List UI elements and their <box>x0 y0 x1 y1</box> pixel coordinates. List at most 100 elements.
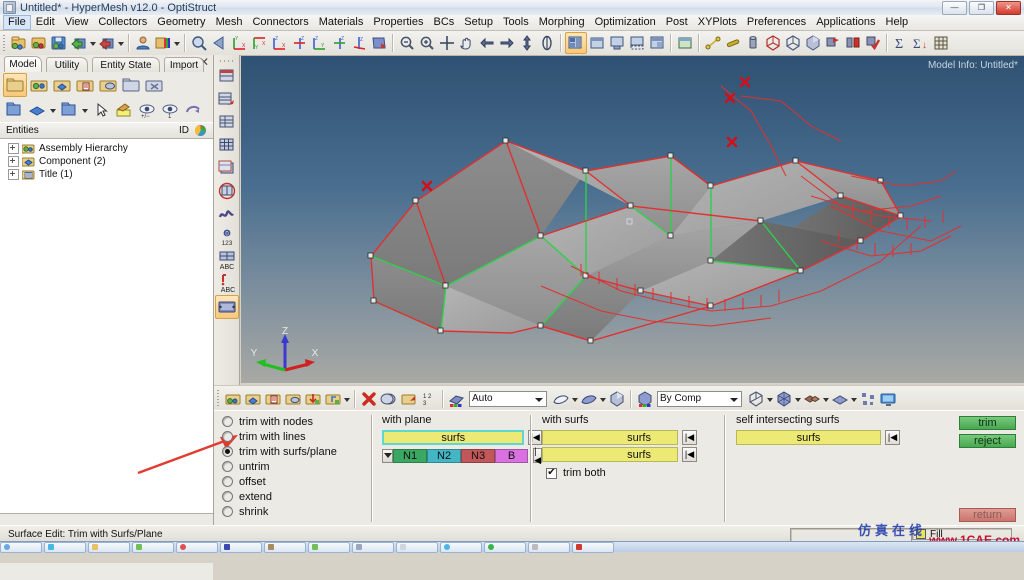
shaded-elem-icon[interactable] <box>830 389 850 409</box>
surf-shade-dropdown[interactable] <box>571 389 579 409</box>
view-zy-icon[interactable]: ZY <box>309 33 329 53</box>
mesh-cube-icon[interactable] <box>774 389 794 409</box>
trim-both-checkbox[interactable]: ✔ <box>546 467 557 479</box>
wire-cube-dropdown[interactable] <box>766 389 774 409</box>
flag-check-icon[interactable] <box>863 33 883 53</box>
maximize-button[interactable]: ❐ <box>969 0 994 15</box>
menu-item-morphing[interactable]: Morphing <box>534 15 590 30</box>
fit-view-icon[interactable] <box>437 33 457 53</box>
radio-icon[interactable] <box>222 416 233 427</box>
return-button[interactable]: return <box>959 508 1016 522</box>
trim-mode-option[interactable]: trim with surfs/plane <box>222 444 362 459</box>
minimize-button[interactable]: — <box>942 0 967 15</box>
mirror-flag-icon[interactable] <box>843 33 863 53</box>
window-save-icon[interactable] <box>607 33 627 53</box>
window-tile-icon[interactable] <box>565 32 587 54</box>
geom-edit-red-icon[interactable] <box>216 88 238 110</box>
menu-item-xyplots[interactable]: XYPlots <box>693 15 742 30</box>
property-icon[interactable] <box>263 389 283 409</box>
delete-icon[interactable] <box>359 389 379 409</box>
material-icon[interactable] <box>283 389 303 409</box>
color-folder-dropdown[interactable] <box>173 33 181 53</box>
menu-item-setup[interactable]: Setup <box>459 15 498 30</box>
menu-item-collectors[interactable]: Collectors <box>93 15 152 30</box>
trim-mode-option[interactable]: shrink <box>222 504 362 519</box>
menu-item-optimization[interactable]: Optimization <box>590 15 661 30</box>
visibility-one-icon[interactable]: 1 <box>159 99 181 121</box>
node-line-icon[interactable] <box>703 33 723 53</box>
number-123-icon[interactable]: 0 123 <box>216 226 238 248</box>
window-new-icon[interactable] <box>587 33 607 53</box>
geom-edit-icon[interactable] <box>216 65 238 87</box>
radio-icon[interactable] <box>222 491 233 502</box>
color-blue-icon[interactable] <box>26 99 48 121</box>
trim-mode-option[interactable]: trim with lines <box>222 429 362 444</box>
component-icon[interactable] <box>51 74 73 96</box>
element-box-icon[interactable] <box>607 389 627 409</box>
plane-node-button-n3[interactable]: N3 <box>461 448 496 463</box>
surf-solid-dropdown[interactable] <box>599 389 607 409</box>
menu-item-preferences[interactable]: Preferences <box>742 15 811 30</box>
radio-icon[interactable] <box>222 506 233 517</box>
shade-box-icon[interactable] <box>803 33 823 53</box>
window-image-icon[interactable] <box>675 33 695 53</box>
renumber-123-icon[interactable]: 1 23 <box>419 389 439 409</box>
trim-mode-option[interactable]: trim with nodes <box>222 414 362 429</box>
bycomp-cube-icon[interactable] <box>635 389 655 409</box>
with-plane-surfs-field[interactable]: surfs <box>382 430 525 445</box>
browser-tab-model[interactable]: Model <box>4 56 42 72</box>
matrix-table-icon[interactable] <box>931 33 951 53</box>
tree-item[interactable]: Assembly Hierarchy <box>0 142 213 155</box>
self-intersecting-surfs-field[interactable]: surfs <box>736 430 881 445</box>
solid-cyl-icon[interactable] <box>743 33 763 53</box>
mesh-cube-dropdown[interactable] <box>794 389 802 409</box>
view-yz-icon[interactable]: Z <box>329 33 349 53</box>
view-yx-icon[interactable]: YX <box>249 33 269 53</box>
plane-node-button-n1[interactable]: N1 <box>393 448 428 463</box>
mesh-circle-icon[interactable] <box>216 180 238 202</box>
view-zx-icon[interactable]: Z <box>289 33 309 53</box>
zoom-window-icon[interactable] <box>189 33 209 53</box>
shrink-box-icon[interactable] <box>783 33 803 53</box>
panel-page-icon[interactable] <box>214 295 239 319</box>
geom-tool-icon[interactable] <box>216 111 238 133</box>
mask-icon[interactable] <box>379 389 399 409</box>
tree-item[interactable]: Component (2) <box>0 155 213 168</box>
menu-item-help[interactable]: Help <box>881 15 914 30</box>
menu-item-view[interactable]: View <box>60 15 94 30</box>
menu-item-file[interactable]: File <box>3 15 31 30</box>
radio-icon[interactable] <box>222 446 233 457</box>
surf-auto-icon[interactable] <box>447 389 467 409</box>
export-red-icon[interactable] <box>97 33 117 53</box>
radio-icon[interactable] <box>222 431 233 442</box>
browser-tab-entity-state[interactable]: Entity State <box>92 57 160 72</box>
menu-item-geometry[interactable]: Geometry <box>152 15 210 30</box>
with-plane-dropdown-button[interactable] <box>382 448 394 463</box>
shrink-elem-icon[interactable] <box>802 389 822 409</box>
color-blue-dropdown[interactable] <box>49 100 57 120</box>
group-icon[interactable] <box>120 74 142 96</box>
plane-node-button-b[interactable]: B <box>495 448 529 463</box>
browser-tab-utility[interactable]: Utility <box>46 57 88 72</box>
surf-solid-icon[interactable] <box>579 389 599 409</box>
with-surfs-back-button-2[interactable]: |◀ <box>682 447 697 462</box>
auto-mode-combo[interactable]: Auto <box>469 390 547 407</box>
material-icon[interactable] <box>97 74 119 96</box>
graphics-viewport[interactable]: 1CAE.COM Model Info: Untitled* <box>241 56 1024 383</box>
display-toolbar-grip[interactable] <box>216 390 221 407</box>
browser-tab-import[interactable]: Import <box>164 57 204 72</box>
rotate-right-icon[interactable] <box>497 33 517 53</box>
feature-icon[interactable] <box>858 389 878 409</box>
system-collector-icon[interactable] <box>323 389 343 409</box>
collector-icon[interactable] <box>223 389 243 409</box>
menu-item-connectors[interactable]: Connectors <box>247 15 313 30</box>
mesh-edit-icon[interactable] <box>216 157 238 179</box>
menu-item-edit[interactable]: Edit <box>31 15 60 30</box>
open-model-icon[interactable] <box>9 33 29 53</box>
export-red-dropdown[interactable] <box>117 33 125 53</box>
rotate-spin-icon[interactable] <box>537 33 557 53</box>
wire-box-icon[interactable] <box>763 33 783 53</box>
zoom-out-icon[interactable] <box>397 33 417 53</box>
color-wheel-icon[interactable] <box>195 125 206 136</box>
window-grab-icon[interactable] <box>647 33 667 53</box>
